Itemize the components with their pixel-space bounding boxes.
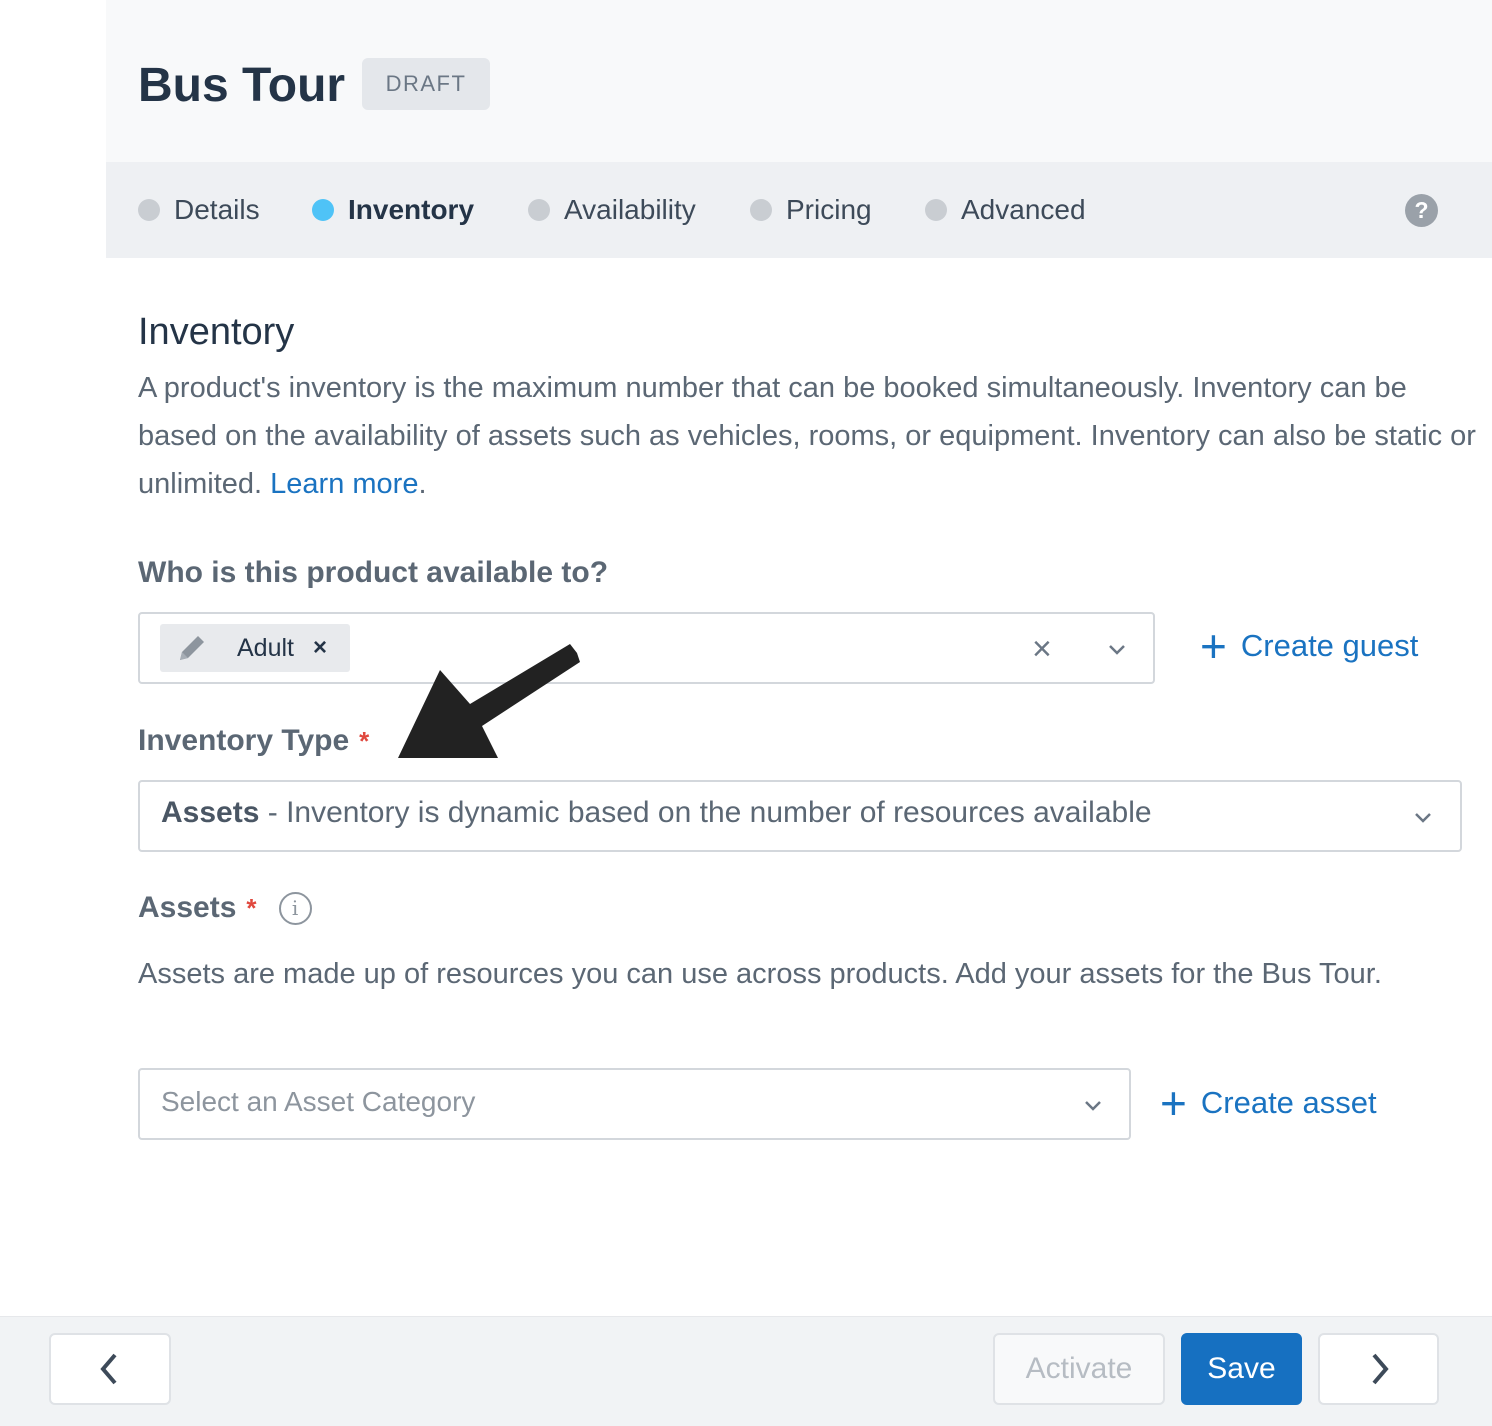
assets-description: Assets are made up of resources you can … <box>138 958 1382 990</box>
chip-remove-icon[interactable]: × <box>313 634 327 662</box>
activate-button[interactable]: Activate <box>993 1333 1165 1405</box>
step-dot-icon <box>528 199 550 221</box>
plus-icon: + <box>1160 1077 1187 1129</box>
chevron-down-icon[interactable] <box>1106 638 1128 665</box>
step-tabs: Details Inventory Availability Pricing A… <box>106 162 1492 258</box>
tab-details[interactable]: Details <box>138 162 260 258</box>
pencil-icon[interactable] <box>174 630 210 671</box>
tab-inventory[interactable]: Inventory <box>312 162 474 258</box>
assets-label-text: Assets <box>138 891 237 924</box>
guest-chip: Adult × <box>160 624 350 672</box>
description-period: . <box>418 468 427 500</box>
status-badge: DRAFT <box>362 58 490 110</box>
step-dot-icon <box>925 199 947 221</box>
step-dot-icon <box>750 199 772 221</box>
inventory-type-name: Assets <box>161 796 260 829</box>
step-dot-icon <box>312 199 334 221</box>
required-mark: * <box>246 893 257 923</box>
plus-icon: + <box>1200 620 1227 672</box>
guest-type-multiselect[interactable]: Adult × × <box>138 612 1155 684</box>
chevron-down-icon[interactable] <box>1082 1094 1104 1121</box>
inventory-type-value: Assets - Inventory is dynamic based on t… <box>161 796 1152 830</box>
previous-button[interactable] <box>49 1333 171 1405</box>
create-guest-label: Create guest <box>1240 628 1419 663</box>
page-title: Bus Tour <box>138 59 346 112</box>
next-button[interactable] <box>1318 1333 1439 1405</box>
help-icon[interactable]: ? <box>1405 194 1438 227</box>
clear-icon[interactable]: × <box>1032 630 1052 669</box>
guest-chip-label: Adult <box>237 633 294 662</box>
section-description: A product's inventory is the maximum num… <box>138 364 1478 508</box>
section-title: Inventory <box>138 311 295 353</box>
availability-label: Who is this product available to? <box>138 555 608 591</box>
tab-advanced[interactable]: Advanced <box>925 162 1086 258</box>
tab-label: Inventory <box>348 194 475 225</box>
footer-bar: Activate Save <box>0 1316 1492 1426</box>
tab-label: Availability <box>564 194 696 225</box>
required-mark: * <box>359 726 370 756</box>
inventory-type-description: - Inventory is dynamic based on the numb… <box>259 796 1152 829</box>
tab-label: Pricing <box>786 194 872 225</box>
chevron-down-icon[interactable] <box>1412 806 1434 833</box>
asset-category-placeholder: Select an Asset Category <box>161 1086 476 1117</box>
info-icon[interactable]: i <box>278 891 312 925</box>
inventory-type-select[interactable]: Assets - Inventory is dynamic based on t… <box>138 780 1462 852</box>
asset-category-select[interactable]: Select an Asset Category <box>138 1068 1131 1140</box>
create-asset-button[interactable]: + Create asset <box>1160 1077 1377 1129</box>
page-header: Bus Tour DRAFT <box>106 0 1492 162</box>
create-asset-label: Create asset <box>1200 1085 1377 1120</box>
inventory-type-label: Inventory Type * <box>138 723 369 759</box>
availability-label-text: Who is this product available to? <box>138 556 609 589</box>
chevron-left-icon <box>100 1353 117 1385</box>
learn-more-link[interactable]: Learn more <box>270 468 418 500</box>
tab-label: Advanced <box>961 194 1086 225</box>
tab-availability[interactable]: Availability <box>528 162 696 258</box>
step-dot-icon <box>138 199 160 221</box>
tab-pricing[interactable]: Pricing <box>750 162 872 258</box>
create-guest-button[interactable]: + Create guest <box>1200 620 1419 672</box>
assets-label: Assets * i <box>138 890 312 926</box>
inventory-type-label-text: Inventory Type <box>138 724 350 757</box>
save-button[interactable]: Save <box>1181 1333 1302 1405</box>
chevron-right-icon <box>1371 1353 1389 1385</box>
tab-label: Details <box>174 194 260 225</box>
